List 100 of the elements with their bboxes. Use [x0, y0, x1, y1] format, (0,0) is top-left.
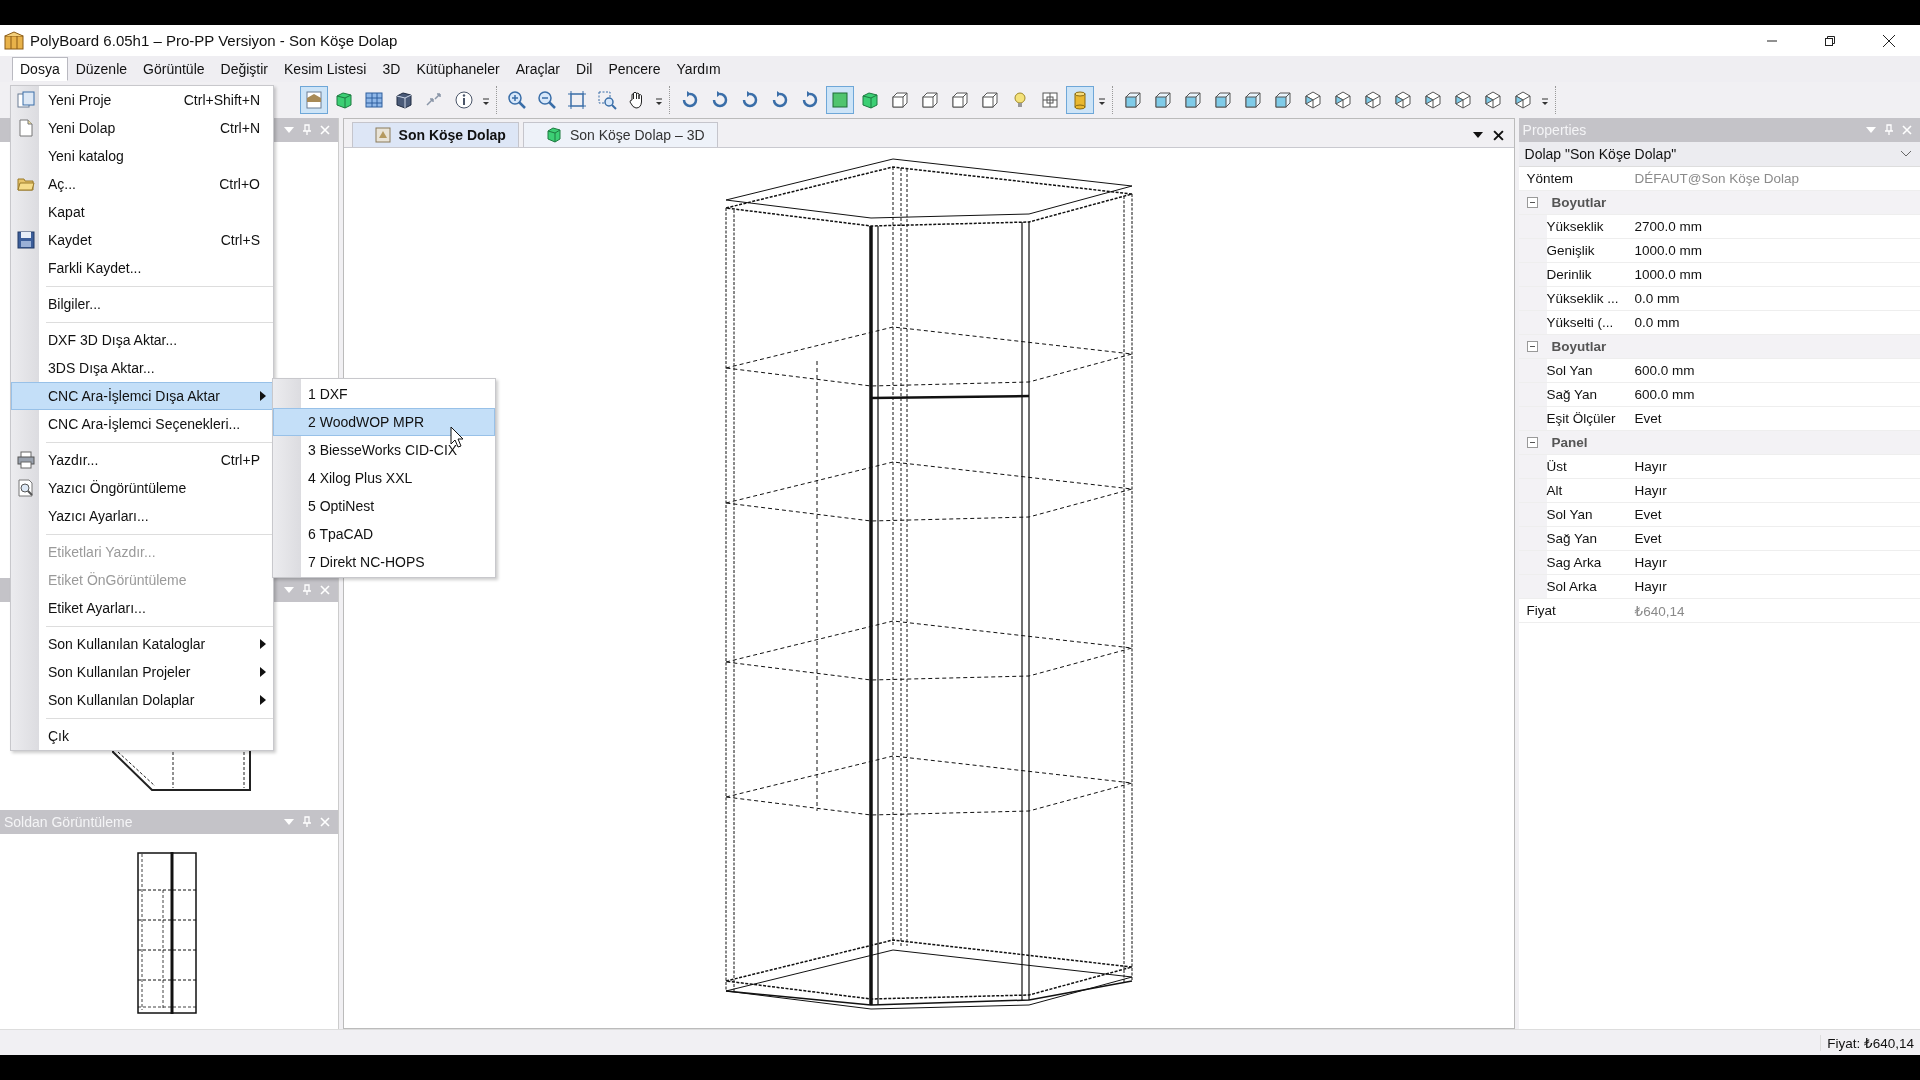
zoom-window-icon: [597, 90, 617, 110]
menu-item[interactable]: CNC Ara-İşlemci Dışa Aktar: [11, 382, 273, 410]
menu-item[interactable]: Yeni katalog: [11, 142, 273, 170]
window-title: PolyBoard 6.05h1 – Pro-PP Versiyon - Son Köşe Dolap: [30, 32, 398, 49]
object-selector[interactable]: Dolap "Son Köşe Dolap": [1518, 142, 1920, 167]
rotate-icon: [800, 90, 820, 110]
menu-item[interactable]: Yazdır... Ctrl+P: [11, 446, 273, 474]
menu-item[interactable]: CNC Ara-İşlemci Seçenekleri...: [11, 410, 273, 438]
box-icon: [950, 90, 970, 110]
menu-item[interactable]: Aç... Ctrl+O: [11, 170, 273, 198]
menu-item[interactable]: Görüntüle: [135, 57, 213, 81]
menu-item[interactable]: Dil: [568, 57, 601, 81]
menu-item[interactable]: Yeni Proje Ctrl+Shift+N: [11, 86, 273, 114]
property-name: Alt: [1546, 483, 1564, 498]
collapse-icon[interactable]: [1526, 437, 1538, 448]
property-name: Sağ Yan: [1546, 387, 1599, 402]
menu-item[interactable]: DXF 3D Dışa Aktar...: [11, 326, 273, 354]
cube-icon: [1333, 90, 1353, 110]
property-value: 1000.0 mm: [1633, 267, 1703, 282]
menu-item[interactable]: Çık: [11, 722, 273, 750]
collapse-icon[interactable]: [1526, 341, 1538, 352]
cube-icon: [394, 90, 414, 110]
property-value: Hayır: [1633, 459, 1667, 474]
property-name: Yükselti (...: [1546, 315, 1615, 330]
box-icon: [1153, 90, 1173, 110]
page-icon: [17, 119, 35, 137]
menu-item[interactable]: Kütüphaneler: [408, 57, 508, 81]
status-price: Fiyat: ₺640,14: [1820, 1034, 1920, 1051]
property-name: Sol Yan: [1546, 507, 1594, 522]
menu-item[interactable]: 3D: [374, 57, 409, 81]
drawing-icon: [374, 127, 391, 143]
box-icon: [890, 90, 910, 110]
document-tab[interactable]: Son Köşe Dolap – 3D: [522, 122, 718, 147]
preview-icon: [17, 479, 35, 497]
close-icon[interactable]: [1492, 129, 1504, 141]
page-icon: [304, 90, 324, 110]
menu-item[interactable]: 5 OptiNest: [273, 492, 495, 520]
restore-icon[interactable]: [1824, 34, 1836, 47]
collapse-icon[interactable]: [1526, 197, 1538, 208]
printer-icon: [17, 451, 35, 469]
floppy-icon: [17, 231, 35, 249]
square-button[interactable]: [826, 86, 854, 114]
app-logo-icon: [4, 30, 24, 51]
box-icon: [1183, 90, 1203, 110]
zoom-in-icon: [507, 90, 527, 110]
menu-item[interactable]: Farkli Kaydet...: [11, 254, 273, 282]
property-name: Sol Yan: [1546, 363, 1594, 378]
rotate-icon: [680, 90, 700, 110]
menu-item[interactable]: 7 Direkt NC-HOPS: [273, 548, 495, 576]
menu-item[interactable]: Düzenle: [67, 57, 136, 81]
menu-item[interactable]: Son Kullanılan Kataloglar: [11, 630, 273, 658]
box-icon: [1123, 90, 1143, 110]
menu-item[interactable]: Yazıcı Öngörüntüleme: [11, 474, 273, 502]
page-button[interactable]: [300, 86, 328, 114]
chevron-down-icon: [1900, 150, 1912, 158]
cube-icon: [1363, 90, 1383, 110]
menu-item[interactable]: 2 WoodWOP MPR: [273, 408, 495, 436]
cube-icon: [1303, 90, 1323, 110]
menu-item[interactable]: Araçlar: [507, 57, 569, 81]
menu-item[interactable]: Etiket Ayarları...: [11, 594, 273, 622]
menu-item[interactable]: 1 DXF: [273, 380, 495, 408]
menu-item[interactable]: Kaydet Ctrl+S: [11, 226, 273, 254]
property-name: Sag Arka: [1546, 555, 1603, 570]
cube-icon: [545, 127, 562, 143]
menu-item[interactable]: Kapat: [11, 198, 273, 226]
menu-item[interactable]: 6 TpaCAD: [273, 520, 495, 548]
document-tab[interactable]: Son Köşe Dolap: [351, 122, 519, 147]
property-value: 600.0 mm: [1633, 387, 1695, 402]
cube-icon: [334, 90, 354, 110]
menu-item[interactable]: Değiştir: [212, 57, 276, 81]
folder-icon: [17, 175, 35, 193]
menu-item[interactable]: 4 Xilog Plus XXL: [273, 464, 495, 492]
menu-item[interactable]: Son Kullanılan Dolaplar: [11, 686, 273, 714]
property-name: Derinlik: [1546, 267, 1593, 282]
close-icon[interactable]: [1882, 33, 1896, 48]
rotate-icon: [740, 90, 760, 110]
property-value: Hayır: [1633, 483, 1667, 498]
menu-item[interactable]: Son Kullanılan Projeler: [11, 658, 273, 686]
property-value: 0.0 mm: [1633, 315, 1680, 330]
rotate-icon: [770, 90, 790, 110]
menu-item[interactable]: 3 BiesseWorks CID-CIX: [273, 436, 495, 464]
menu-item[interactable]: Pencere: [600, 57, 669, 81]
menu-item[interactable]: Bilgiler...: [11, 290, 273, 318]
rotate-icon: [710, 90, 730, 110]
menu-item[interactable]: Dosya: [12, 57, 68, 81]
property-value: DÉFAUT@Son Köşe Dolap: [1633, 171, 1800, 186]
menu-item[interactable]: Yazıcı Ayarları...: [11, 502, 273, 530]
menu-item[interactable]: Yeni Dolap Ctrl+N: [11, 114, 273, 142]
menu-item[interactable]: Kesim Listesi: [276, 57, 375, 81]
property-value: 0.0 mm: [1633, 291, 1680, 306]
cube-icon: [1483, 90, 1503, 110]
menu-item[interactable]: 3DS Dışa Aktar...: [11, 354, 273, 382]
dropdown-icon[interactable]: [1472, 131, 1483, 139]
category-name: Boyutlar: [1551, 195, 1607, 210]
category-name: Boyutlar: [1551, 339, 1607, 354]
box-icon: [1243, 90, 1263, 110]
property-name: Fiyat: [1525, 603, 1557, 618]
menu-item[interactable]: Yardım: [668, 57, 729, 81]
property-value: 1000.0 mm: [1633, 243, 1703, 258]
property-name: Sağ Yan: [1546, 531, 1599, 546]
